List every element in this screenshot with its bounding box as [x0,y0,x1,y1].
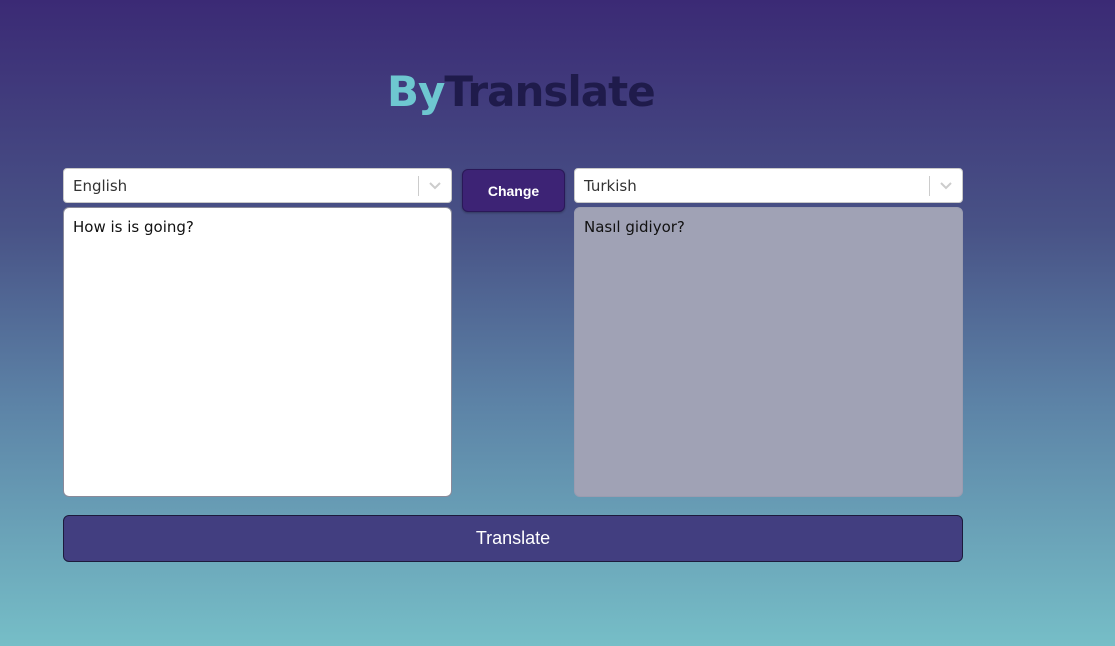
source-text-input[interactable]: How is is going? [63,207,452,497]
logo-translate: Translate [444,67,655,116]
app-logo: ByTranslate [387,64,656,120]
chevron-down-icon[interactable] [930,181,962,191]
logo-by: By [387,67,445,116]
translate-button[interactable]: Translate [63,515,963,562]
source-language-value: English [73,176,128,195]
translated-text-output[interactable]: Nasıl gidiyor? [574,207,963,497]
target-language-value: Turkish [584,176,637,195]
target-language-select[interactable]: Turkish [574,168,963,203]
chevron-down-icon[interactable] [419,181,451,191]
change-languages-button[interactable]: Change [462,169,565,212]
source-language-select[interactable]: English [63,168,452,203]
